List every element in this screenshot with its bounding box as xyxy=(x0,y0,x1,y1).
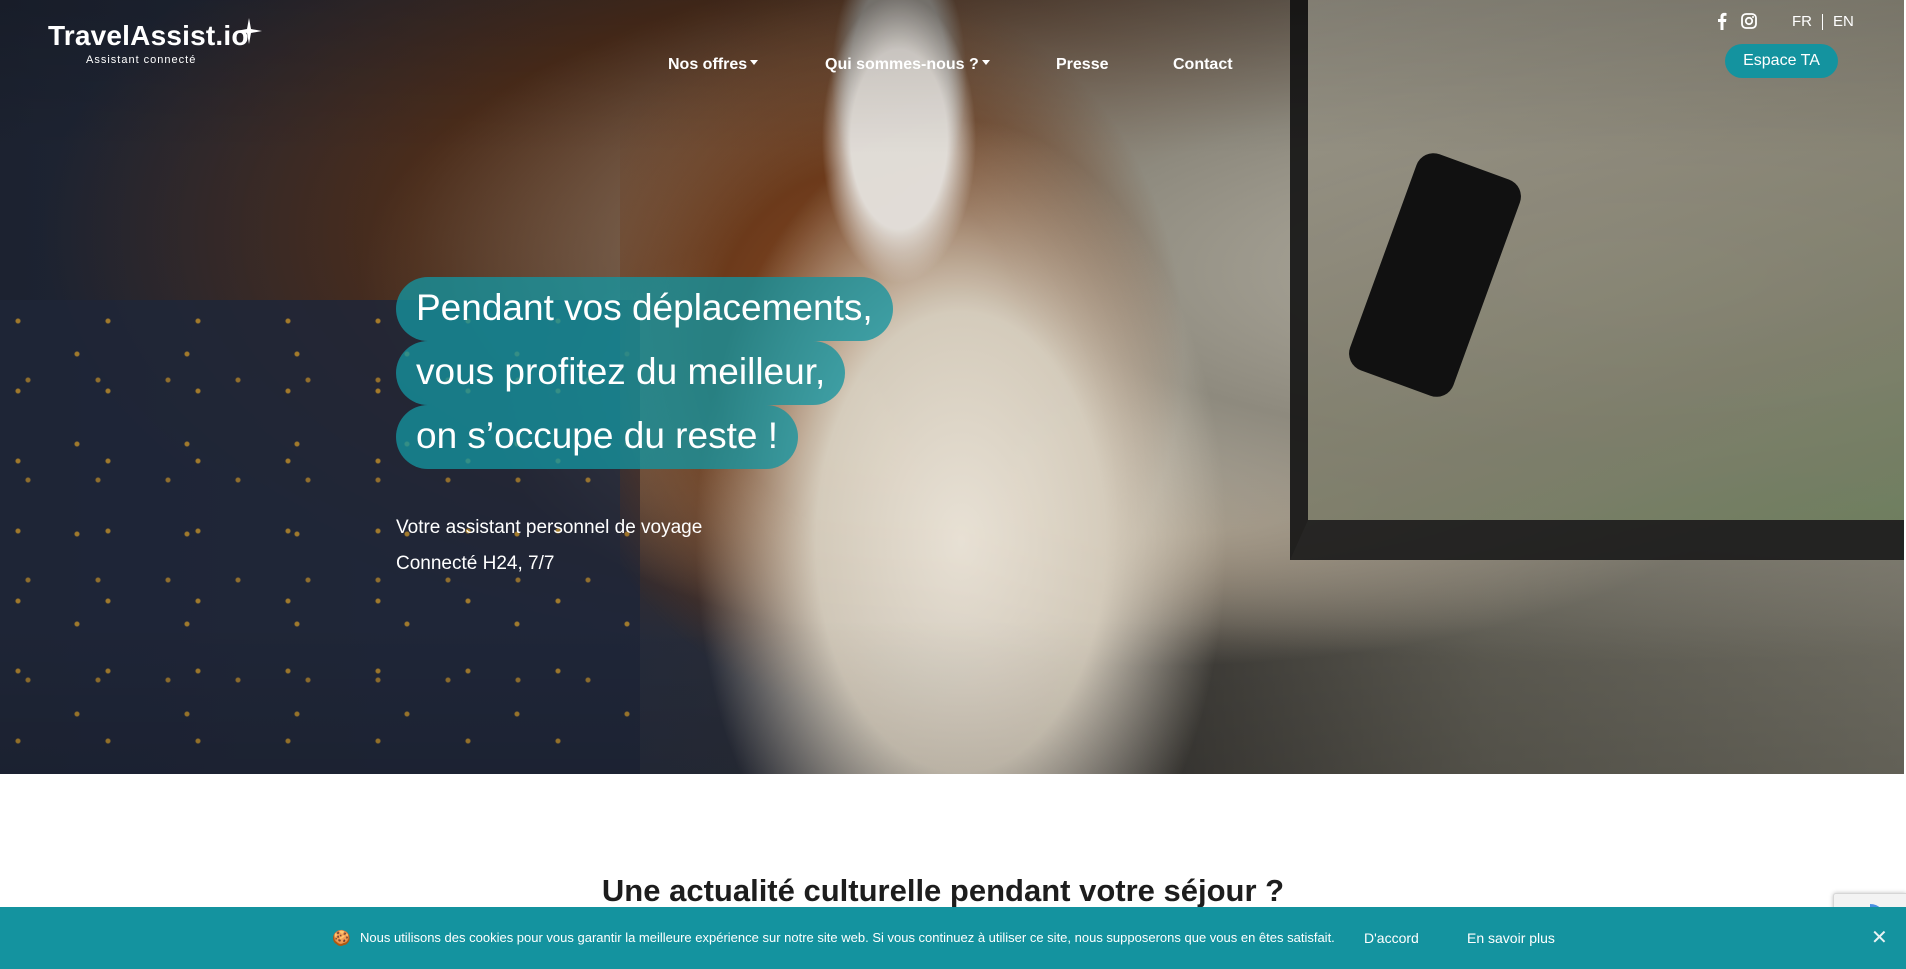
nav-item-nos-offres[interactable]: Nos offres xyxy=(668,56,759,74)
cookie-icon: 🍪 xyxy=(332,930,351,947)
hero-subtitle-line-2: Connecté H24, 7/7 xyxy=(396,553,555,574)
nav-item-label: Contact xyxy=(1173,56,1233,73)
close-icon[interactable]: ✕ xyxy=(1871,925,1888,950)
nav-item-label: Qui sommes-nous ? xyxy=(825,56,979,73)
cookie-consent-bar: 🍪 Nous utilisons des cookies pour vous g… xyxy=(0,907,1906,969)
social-links xyxy=(1717,12,1757,30)
headline-line-1: Pendant vos déplacements, xyxy=(396,277,893,341)
cookie-message: Nous utilisons des cookies pour vous gar… xyxy=(360,930,1335,945)
cookie-accept-button[interactable]: D'accord xyxy=(1364,930,1419,946)
star-icon xyxy=(236,18,262,44)
caret-down-icon xyxy=(750,60,759,66)
brand-name: TravelAssist.io xyxy=(48,20,249,51)
language-switcher: FR EN xyxy=(1792,13,1854,30)
lang-en[interactable]: EN xyxy=(1833,13,1854,30)
headline-line-3: on s’occupe du reste ! xyxy=(396,405,798,469)
lang-divider xyxy=(1822,13,1823,30)
section-title: Une actualité culturelle pendant votre s… xyxy=(601,873,1285,908)
brand-logo[interactable]: TravelAssist.io Assistant connecté xyxy=(48,18,262,66)
headline-line-2: vous profitez du meilleur, xyxy=(396,341,846,405)
hero-overlay xyxy=(0,0,1904,774)
caret-down-icon xyxy=(981,60,990,66)
hero-section xyxy=(0,0,1904,774)
espace-ta-button[interactable]: Espace TA xyxy=(1725,44,1838,78)
brand-tagline: Assistant connecté xyxy=(86,54,197,66)
instagram-icon[interactable] xyxy=(1741,13,1757,29)
nav-item-presse[interactable]: Presse xyxy=(1056,56,1109,74)
nav-item-qui-sommes-nous[interactable]: Qui sommes-nous ? xyxy=(825,56,990,74)
hero-headline: Pendant vos déplacements, vous profitez … xyxy=(396,277,893,469)
nav-item-label: Nos offres xyxy=(668,56,748,73)
nav-item-label: Presse xyxy=(1056,56,1109,73)
nav-item-contact[interactable]: Contact xyxy=(1173,56,1233,74)
lang-fr[interactable]: FR xyxy=(1792,13,1812,30)
hero-subtitle: Votre assistant personnel de voyage Conn… xyxy=(396,510,702,582)
hero-subtitle-line-1: Votre assistant personnel de voyage xyxy=(396,517,703,538)
cookie-learn-more-link[interactable]: En savoir plus xyxy=(1467,930,1555,946)
facebook-icon[interactable] xyxy=(1717,12,1727,30)
